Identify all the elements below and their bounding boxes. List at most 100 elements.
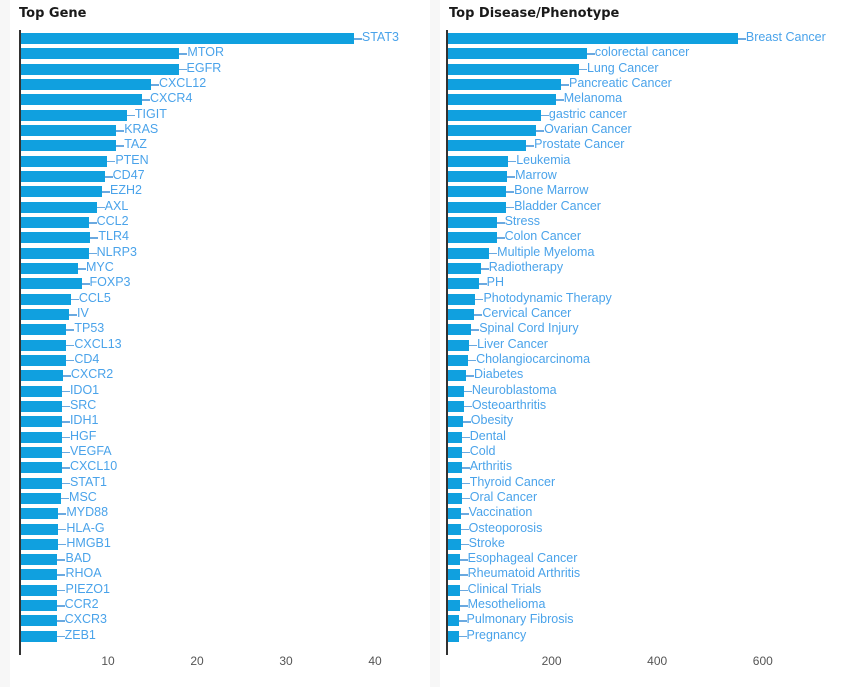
- bar[interactable]: [448, 492, 462, 504]
- bar[interactable]: [448, 155, 509, 167]
- bar-row[interactable]: AXL: [10, 199, 430, 216]
- bar[interactable]: [21, 508, 59, 520]
- bar-row[interactable]: CXCL13: [10, 337, 430, 354]
- bar-row[interactable]: CD47: [10, 168, 430, 185]
- bar-row[interactable]: Bone Marrow: [440, 183, 846, 200]
- bar[interactable]: [21, 446, 62, 458]
- bar[interactable]: [21, 78, 151, 90]
- bar[interactable]: [21, 385, 62, 397]
- bar-row[interactable]: Bladder Cancer: [440, 199, 846, 216]
- bar[interactable]: [448, 508, 461, 520]
- bar-row[interactable]: TP53: [10, 321, 430, 338]
- bar[interactable]: [21, 584, 58, 596]
- bar-row[interactable]: Dental: [440, 429, 846, 446]
- bar[interactable]: [448, 186, 507, 198]
- bar[interactable]: [448, 615, 459, 627]
- bar[interactable]: [448, 33, 738, 44]
- bar[interactable]: [21, 538, 59, 550]
- bar[interactable]: [21, 477, 62, 489]
- bar[interactable]: [21, 278, 82, 290]
- bar[interactable]: [448, 262, 481, 274]
- bar[interactable]: [21, 370, 63, 382]
- bar[interactable]: [21, 308, 70, 320]
- bar[interactable]: [21, 247, 89, 259]
- bar-row[interactable]: gastric cancer: [440, 107, 846, 124]
- bar[interactable]: [448, 324, 472, 336]
- bar[interactable]: [21, 94, 143, 106]
- bar[interactable]: [21, 293, 71, 305]
- bar[interactable]: [21, 416, 62, 428]
- bar-row[interactable]: Pancreatic Cancer: [440, 76, 846, 93]
- bar[interactable]: [21, 569, 58, 581]
- bar[interactable]: [448, 232, 497, 244]
- bar[interactable]: [21, 140, 117, 152]
- bar-row[interactable]: TLR4: [10, 229, 430, 246]
- bar[interactable]: [21, 232, 91, 244]
- bar-row[interactable]: ZEB1: [10, 628, 430, 645]
- bar[interactable]: [448, 216, 497, 228]
- bar-row[interactable]: TAZ: [10, 137, 430, 154]
- bar[interactable]: [21, 216, 89, 228]
- bar[interactable]: [448, 385, 464, 397]
- bar-row[interactable]: TIGIT: [10, 107, 430, 124]
- bar[interactable]: [448, 630, 459, 642]
- bar-row[interactable]: CXCR4: [10, 91, 430, 108]
- bar[interactable]: [21, 339, 67, 351]
- bar-row[interactable]: EGFR: [10, 61, 430, 78]
- bar[interactable]: [448, 416, 463, 428]
- bar[interactable]: [21, 124, 117, 136]
- bar[interactable]: [21, 48, 180, 60]
- bar[interactable]: [448, 94, 556, 106]
- bar[interactable]: [448, 109, 541, 121]
- bar[interactable]: [448, 201, 507, 213]
- bar[interactable]: [448, 523, 461, 535]
- bar[interactable]: [21, 324, 67, 336]
- bar[interactable]: [448, 48, 587, 60]
- bar[interactable]: [21, 109, 127, 121]
- bar[interactable]: [21, 170, 105, 182]
- bar-row[interactable]: Ovarian Cancer: [440, 122, 846, 139]
- bar[interactable]: [21, 155, 108, 167]
- bar[interactable]: [21, 462, 62, 474]
- bar-row[interactable]: FOXP3: [10, 275, 430, 292]
- bar[interactable]: [21, 523, 59, 535]
- bar[interactable]: [448, 140, 527, 152]
- bar[interactable]: [21, 262, 78, 274]
- bar-row[interactable]: MYC: [10, 260, 430, 277]
- bar[interactable]: [21, 63, 179, 75]
- bar[interactable]: [448, 293, 476, 305]
- bar-row[interactable]: KRAS: [10, 122, 430, 139]
- bar[interactable]: [448, 278, 479, 290]
- bar[interactable]: [448, 78, 561, 90]
- bar-row[interactable]: EZH2: [10, 183, 430, 200]
- bar-row[interactable]: Pregnancy: [440, 628, 846, 645]
- bar[interactable]: [448, 247, 490, 259]
- bar[interactable]: [21, 554, 58, 566]
- bar[interactable]: [448, 339, 470, 351]
- bar-row[interactable]: CCL2: [10, 214, 430, 231]
- bar[interactable]: [448, 170, 508, 182]
- bar-row[interactable]: NLRP3: [10, 245, 430, 262]
- bar[interactable]: [448, 554, 460, 566]
- bar[interactable]: [21, 600, 57, 612]
- bar[interactable]: [21, 630, 57, 642]
- bar-row[interactable]: PTEN: [10, 153, 430, 170]
- bar[interactable]: [448, 63, 579, 75]
- bar[interactable]: [448, 354, 469, 366]
- bar[interactable]: [21, 201, 97, 213]
- bar-row[interactable]: CCL5: [10, 291, 430, 308]
- bar[interactable]: [448, 431, 462, 443]
- bar[interactable]: [21, 400, 62, 412]
- bar[interactable]: [448, 400, 464, 412]
- bar[interactable]: [448, 446, 462, 458]
- bar[interactable]: [21, 186, 102, 198]
- bar[interactable]: [21, 354, 67, 366]
- bar[interactable]: [21, 615, 57, 627]
- bar[interactable]: [448, 370, 466, 382]
- bar[interactable]: [448, 538, 461, 550]
- bar-row[interactable]: CXCL12: [10, 76, 430, 93]
- bar-row[interactable]: Melanoma: [440, 91, 846, 108]
- bar[interactable]: [448, 124, 537, 136]
- bar-row[interactable]: Prostate Cancer: [440, 137, 846, 154]
- bar[interactable]: [448, 600, 460, 612]
